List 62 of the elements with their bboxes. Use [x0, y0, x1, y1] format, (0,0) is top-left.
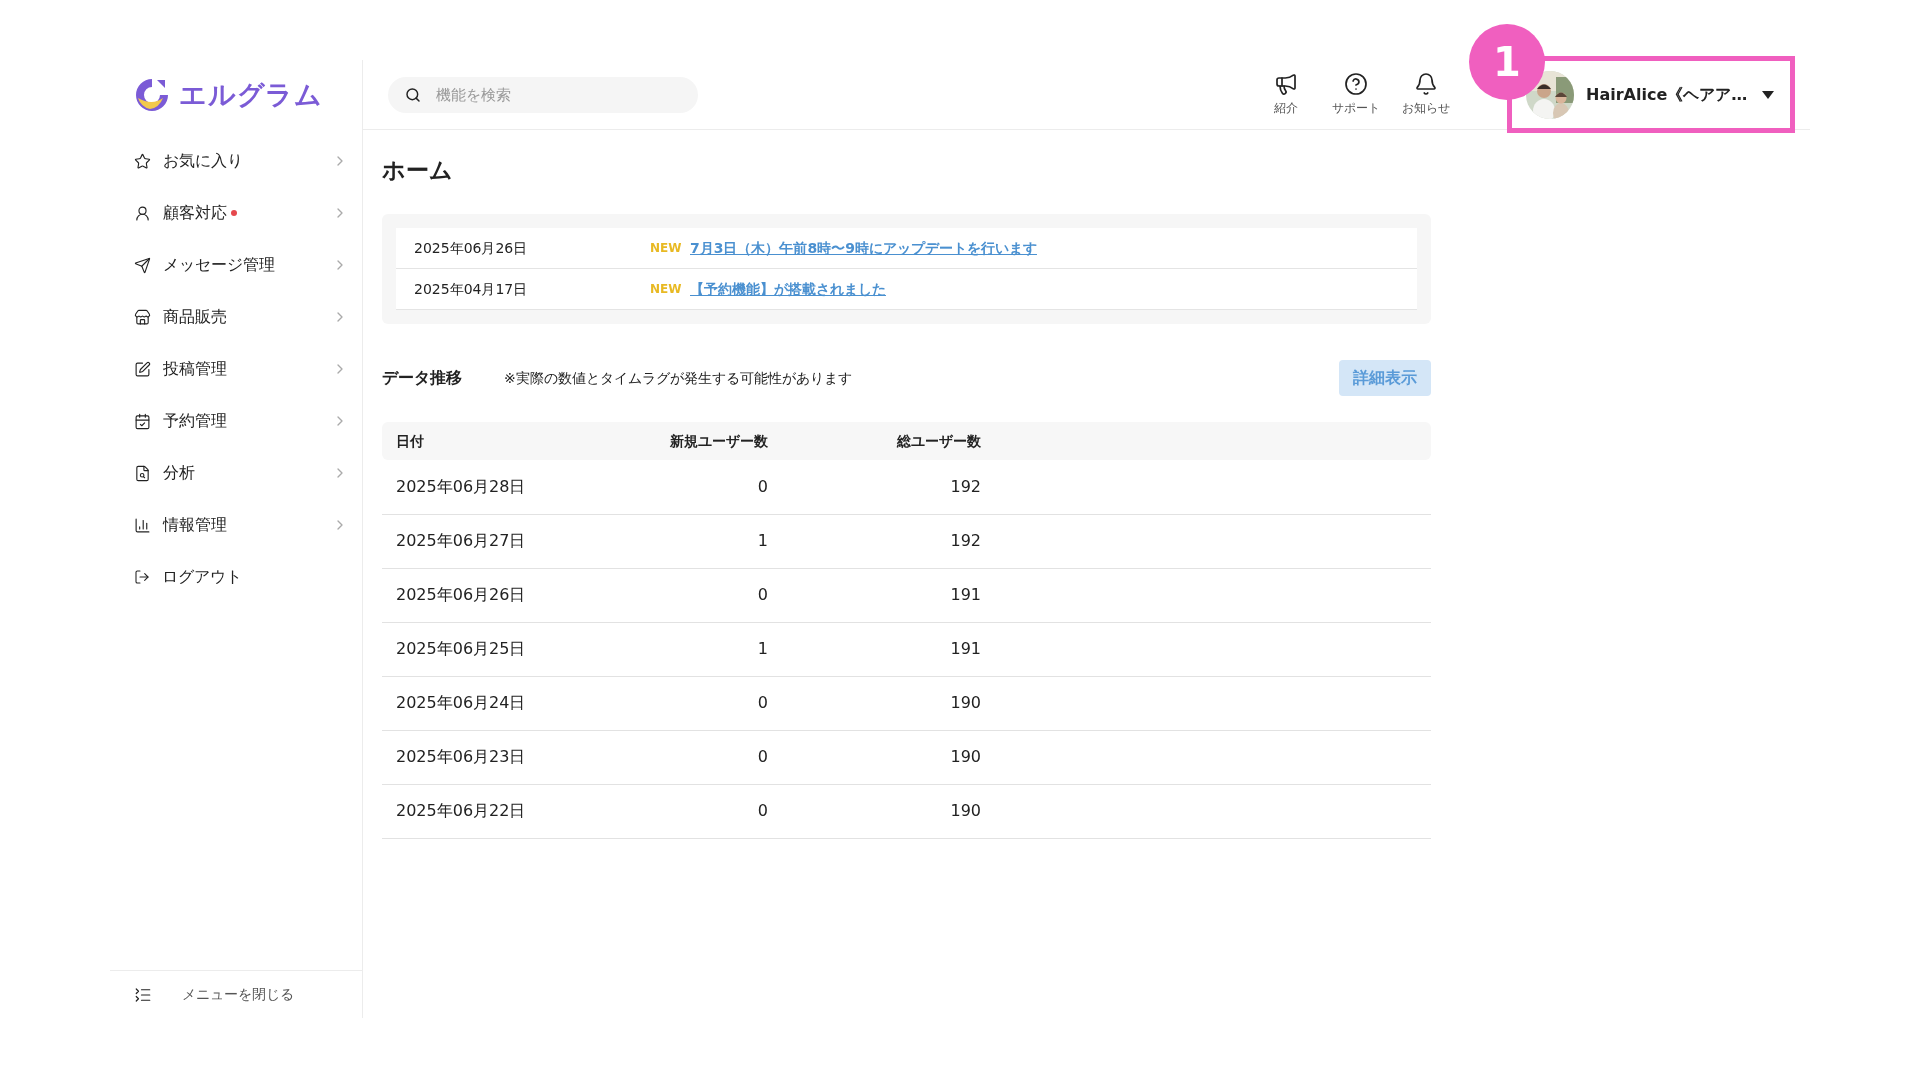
- column-header: 新規ユーザー数: [642, 422, 768, 460]
- logout-icon: [134, 569, 150, 585]
- table-cell: 2025年06月23日: [382, 730, 642, 784]
- table-cell: 2025年06月28日: [382, 460, 642, 514]
- sidebar-item[interactable]: 分析: [110, 447, 362, 499]
- sidebar-item[interactable]: 予約管理: [110, 395, 362, 447]
- table-cell: 0: [642, 568, 768, 622]
- header-action[interactable]: お知らせ: [1397, 72, 1455, 117]
- calendar-icon: [134, 412, 151, 430]
- person-icon: [134, 204, 151, 222]
- document-search-icon: [134, 464, 151, 482]
- table-cell: 0: [642, 784, 768, 838]
- pencil-square-icon: [134, 360, 151, 378]
- table-cell: 192: [768, 514, 981, 568]
- page-title: ホーム: [382, 155, 454, 185]
- table-cell: 190: [768, 784, 981, 838]
- header-action[interactable]: 紹介: [1257, 72, 1315, 117]
- logo-text: エルグラム: [179, 77, 323, 112]
- search-field[interactable]: 機能を検索: [388, 76, 698, 113]
- header-action[interactable]: サポート: [1327, 72, 1385, 117]
- caret-icon: [1762, 90, 1774, 99]
- help-icon: [1344, 72, 1368, 96]
- new-tag: NEW: [650, 280, 690, 298]
- news-date: 2025年06月26日: [414, 238, 529, 258]
- sidebar-item[interactable]: 顧客対応: [110, 187, 362, 239]
- news-date: 2025年04月17日: [414, 279, 529, 299]
- table-cell: 190: [768, 676, 981, 730]
- table-cell: 192: [768, 460, 981, 514]
- sidebar-item[interactable]: お気に入り: [110, 135, 362, 187]
- collapse-icon: [134, 985, 152, 1004]
- table-cell: 0: [642, 676, 768, 730]
- bell-icon: [1414, 72, 1438, 96]
- table-cell: 2025年06月26日: [382, 568, 642, 622]
- sidebar-item[interactable]: 情報管理: [110, 499, 362, 551]
- table-cell: 0: [642, 730, 768, 784]
- table-cell: 191: [768, 568, 981, 622]
- column-header: 日付: [382, 422, 642, 460]
- table-cell: 2025年06月24日: [382, 676, 642, 730]
- paper-plane-icon: [134, 256, 151, 274]
- close-menu-button[interactable]: メニューを閉じる: [182, 984, 294, 1005]
- table-cell: 1: [642, 622, 768, 676]
- new-tag: NEW: [650, 239, 690, 257]
- table-cell: 2025年06月25日: [382, 622, 642, 676]
- megaphone-icon: [1274, 72, 1298, 96]
- sidebar-item[interactable]: 商品販売: [110, 291, 362, 343]
- table-cell: 0: [642, 460, 768, 514]
- table-cell: 2025年06月22日: [382, 784, 642, 838]
- logout-item[interactable]: ログアウト: [110, 551, 362, 603]
- sidebar-item[interactable]: メッセージ管理: [110, 239, 362, 291]
- star-icon: [134, 152, 151, 170]
- sidebar-item[interactable]: 投稿管理: [110, 343, 362, 395]
- store-icon: [134, 308, 151, 326]
- step-badge: 1: [1469, 24, 1545, 100]
- note-text: ※実際の数値とタイムラグが発生する可能性があります: [504, 368, 852, 388]
- table-cell: 1: [642, 514, 768, 568]
- search-icon: [405, 86, 421, 103]
- table-cell: 191: [768, 622, 981, 676]
- table-cell: 190: [768, 730, 981, 784]
- table-cell: 2025年06月27日: [382, 514, 642, 568]
- bar-chart-icon: [134, 516, 151, 534]
- section-title: データ推移: [382, 367, 463, 389]
- column-header: 総ユーザー数: [768, 422, 981, 460]
